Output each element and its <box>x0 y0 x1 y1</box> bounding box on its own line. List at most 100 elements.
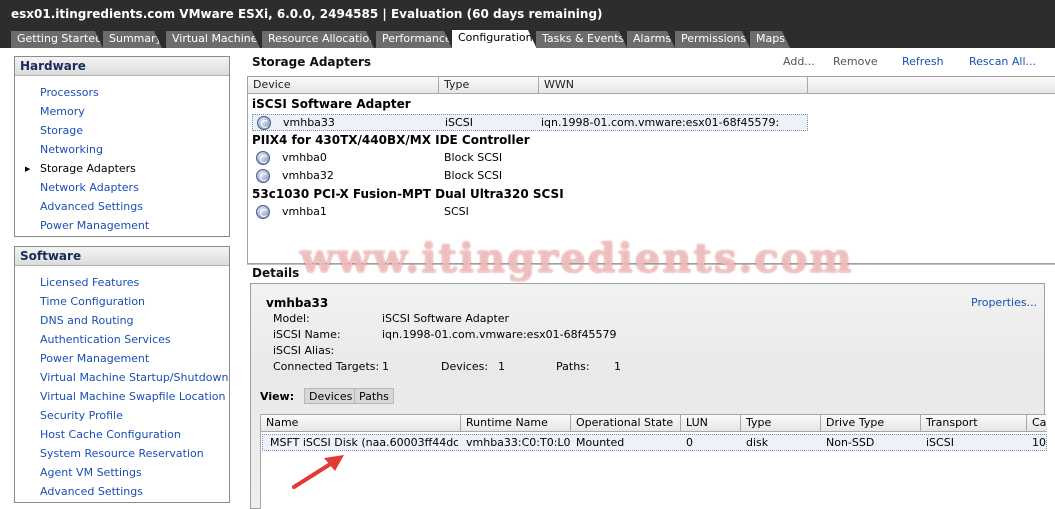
tab-configuration[interactable]: Configuration <box>452 30 536 48</box>
device-drive-type: Non-SSD <box>826 436 875 449</box>
software-panel: Software Licensed Features Time Configur… <box>14 246 230 503</box>
nav-advanced-settings[interactable]: Advanced Settings <box>40 200 143 213</box>
annotation-arrow-icon <box>292 455 344 489</box>
adapter-icon <box>256 151 270 165</box>
devices-label: Devices: <box>441 360 489 373</box>
column-type[interactable]: Type <box>741 415 821 432</box>
nav-memory[interactable]: Memory <box>40 105 85 118</box>
adapter-icon <box>256 205 270 219</box>
nav-security-profile[interactable]: Security Profile <box>40 409 123 422</box>
nav-licensed-features[interactable]: Licensed Features <box>40 276 139 289</box>
adapter-device: vmhba1 <box>282 205 327 218</box>
tab-permissions[interactable]: Permissions <box>675 31 750 48</box>
tab-performance[interactable]: Performance <box>376 31 452 48</box>
device-type: disk <box>746 436 769 449</box>
add-button[interactable]: Add... <box>783 55 815 68</box>
adapter-type: Block SCSI <box>444 151 503 164</box>
nav-authentication-services[interactable]: Authentication Services <box>40 333 171 346</box>
storage-adapters-title: Storage Adapters <box>252 55 372 69</box>
view-paths-button[interactable]: Paths <box>354 388 394 404</box>
view-devices-button[interactable]: Devices <box>304 388 358 404</box>
device-runtime-name: vmhba33:C0:T0:L0 <box>466 436 571 449</box>
refresh-button[interactable]: Refresh <box>902 55 944 68</box>
model-label: Model: <box>273 312 310 325</box>
device-row[interactable]: MSFT iSCSI Disk (naa.60003ff44dc... vmhb… <box>262 434 1047 451</box>
adapter-icon <box>257 116 271 130</box>
nav-sw-power-management[interactable]: Power Management <box>40 352 149 365</box>
nav-agent-vm-settings[interactable]: Agent VM Settings <box>40 466 142 479</box>
device-lun: 0 <box>686 436 693 449</box>
nav-sw-advanced-settings[interactable]: Advanced Settings <box>40 485 143 498</box>
rescan-all-button[interactable]: Rescan All... <box>969 55 1036 68</box>
paths-value: 1 <box>614 360 621 373</box>
nav-storage[interactable]: Storage <box>40 124 83 137</box>
selected-arrow-icon: ▶ <box>25 165 31 173</box>
iscsi-alias-label: iSCSI Alias: <box>273 344 335 357</box>
column-drive-type[interactable]: Drive Type <box>821 415 921 432</box>
nav-host-cache-configuration[interactable]: Host Cache Configuration <box>40 428 181 441</box>
column-name[interactable]: Name <box>261 415 461 432</box>
hardware-header: Hardware <box>15 57 229 76</box>
pane-splitter[interactable] <box>247 264 1055 265</box>
device-name: MSFT iSCSI Disk (naa.60003ff44dc... <box>270 436 458 449</box>
column-device[interactable]: Device <box>248 77 439 94</box>
adapter-row-vmhba0[interactable]: vmhba0 Block SCSI <box>252 150 808 167</box>
connected-targets-label: Connected Targets: <box>273 360 380 373</box>
device-transport: iSCSI <box>926 436 954 449</box>
tab-getting-started[interactable]: Getting Started <box>11 31 103 48</box>
details-title: Details <box>252 266 300 280</box>
group-53c1030-scsi: 53c1030 PCI-X Fusion-MPT Dual Ultra320 S… <box>252 187 564 201</box>
group-iscsi-software-adapter: iSCSI Software Adapter <box>252 97 411 111</box>
tab-bar: Getting Started Summary Virtual Machines… <box>0 30 1055 48</box>
nav-networking[interactable]: Networking <box>40 143 103 156</box>
adapter-icon <box>256 169 270 183</box>
tab-virtual-machines[interactable]: Virtual Machines <box>166 31 260 48</box>
nav-vm-startup-shutdown[interactable]: Virtual Machine Startup/Shutdown <box>40 371 228 384</box>
nav-processors[interactable]: Processors <box>40 86 99 99</box>
adapter-wwn: iqn.1998-01.com.vmware:esx01-68f45579: <box>541 116 780 129</box>
connected-targets-value: 1 <box>382 360 389 373</box>
tab-maps[interactable]: Maps <box>750 31 790 48</box>
nav-storage-adapters[interactable]: Storage Adapters <box>40 162 136 175</box>
tab-tasks-events[interactable]: Tasks & Events <box>536 31 627 48</box>
nav-system-resource-reservation[interactable]: System Resource Reservation <box>40 447 204 460</box>
column-runtime-name[interactable]: Runtime Name <box>461 415 571 432</box>
adapter-row-vmhba32[interactable]: vmhba32 Block SCSI <box>252 168 808 185</box>
paths-label: Paths: <box>556 360 590 373</box>
adapter-row-vmhba1[interactable]: vmhba1 SCSI <box>252 204 808 221</box>
tab-resource-allocation[interactable]: Resource Allocation <box>262 31 374 48</box>
tab-summary[interactable]: Summary <box>103 31 162 48</box>
iscsi-name-value: iqn.1998-01.com.vmware:esx01-68f45579 <box>382 328 617 341</box>
nav-vm-swapfile-location[interactable]: Virtual Machine Swapfile Location <box>40 390 225 403</box>
nav-time-configuration[interactable]: Time Configuration <box>40 295 145 308</box>
properties-link[interactable]: Properties... <box>971 296 1037 309</box>
adapter-row-vmhba33[interactable]: vmhba33 iSCSI iqn.1998-01.com.vmware:esx… <box>252 114 808 131</box>
adapter-device: vmhba33 <box>283 116 335 129</box>
adapter-type: SCSI <box>444 205 469 218</box>
column-lun[interactable]: LUN <box>681 415 741 432</box>
device-capacity: 10 <box>1032 436 1046 449</box>
devices-value: 1 <box>498 360 505 373</box>
hardware-panel: Hardware Processors Memory Storage Netwo… <box>14 56 230 237</box>
adapter-type: Block SCSI <box>444 169 503 182</box>
details-adapter-name: vmhba33 <box>266 296 329 310</box>
group-piix4-ide-controller: PIIX4 for 430TX/440BX/MX IDE Controller <box>252 133 530 147</box>
window-titlebar: esx01.itingredients.com VMware ESXi, 6.0… <box>0 0 1055 30</box>
column-transport[interactable]: Transport <box>921 415 1027 432</box>
adapter-type: iSCSI <box>445 116 473 129</box>
storage-adapters-table: Device Type WWN iSCSI Software Adapter v… <box>247 76 1055 264</box>
model-value: iSCSI Software Adapter <box>382 312 510 325</box>
nav-power-management[interactable]: Power Management <box>40 219 149 232</box>
remove-button[interactable]: Remove <box>833 55 878 68</box>
window-title: esx01.itingredients.com VMware ESXi, 6.0… <box>11 7 603 21</box>
tab-alarms[interactable]: Alarms <box>627 31 675 48</box>
column-wwn[interactable]: WWN <box>539 77 808 94</box>
column-capacity[interactable]: Ca <box>1027 415 1047 432</box>
nav-dns-routing[interactable]: DNS and Routing <box>40 314 134 327</box>
column-operational-state[interactable]: Operational State <box>571 415 681 432</box>
column-type[interactable]: Type <box>439 77 539 94</box>
column-empty <box>808 77 1055 94</box>
adapter-device: vmhba0 <box>282 151 327 164</box>
nav-network-adapters[interactable]: Network Adapters <box>40 181 139 194</box>
device-state: Mounted <box>576 436 625 449</box>
